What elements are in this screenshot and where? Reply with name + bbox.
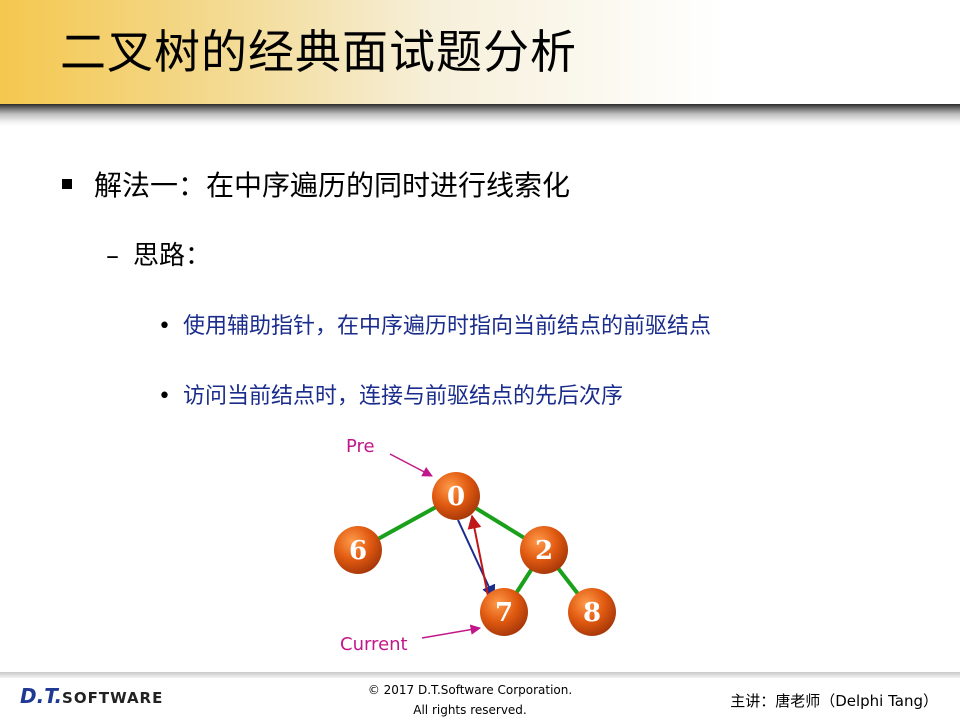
copyright-line: All rights reserved. — [413, 703, 527, 717]
node-label: 6 — [349, 536, 367, 566]
logo-dt: D.T. — [20, 684, 63, 708]
current-label: Current — [340, 634, 408, 655]
square-bullet-icon — [62, 179, 72, 189]
binary-tree-diagram: 0 6 2 7 8 Pre Current — [334, 436, 616, 655]
node-label: 2 — [535, 536, 553, 566]
title-divider — [0, 104, 960, 126]
node-label: 0 — [447, 482, 465, 512]
bullet-level1-text: 解法一：在中序遍历的同时进行线索化 — [94, 169, 571, 202]
dot-bullet-icon: • — [158, 314, 171, 339]
slide-title: 二叉树的经典面试题分析 — [60, 25, 577, 79]
logo-software: SOFTWARE — [62, 689, 164, 707]
current-pointer-arrow — [421, 624, 482, 639]
bullet-level3-text: 访问当前结点时，连接与前驱结点的先后次序 — [182, 384, 623, 409]
node-label: 7 — [495, 598, 513, 628]
pre-label: Pre — [346, 436, 375, 457]
presenter-credit: 主讲：唐老师（Delphi Tang） — [730, 692, 938, 710]
dt-software-logo: D.T.SOFTWARE — [20, 684, 163, 708]
bullet-level3-item: • 使用辅助指针，在中序遍历时指向当前结点的前驱结点 — [158, 312, 711, 342]
bullet-level2: – 思路： — [106, 240, 211, 272]
dot-bullet-icon: • — [158, 384, 171, 409]
bullet-level3-item: • 访问当前结点时，连接与前驱结点的先后次序 — [158, 382, 623, 412]
copyright-notice: © 2017 D.T.Software Corporation. All rig… — [310, 680, 630, 720]
bullet-level1: 解法一：在中序遍历的同时进行线索化 — [62, 170, 570, 202]
dash-bullet-icon: – — [106, 241, 119, 271]
bullet-level3-text: 使用辅助指针，在中序遍历时指向当前结点的前驱结点 — [182, 314, 711, 339]
copyright-line: © 2017 D.T.Software Corporation. — [367, 683, 573, 697]
node-label: 8 — [583, 598, 601, 628]
footer-divider — [0, 672, 960, 678]
bullet-level2-text: 思路： — [133, 241, 212, 271]
pre-pointer-arrow — [389, 453, 433, 477]
